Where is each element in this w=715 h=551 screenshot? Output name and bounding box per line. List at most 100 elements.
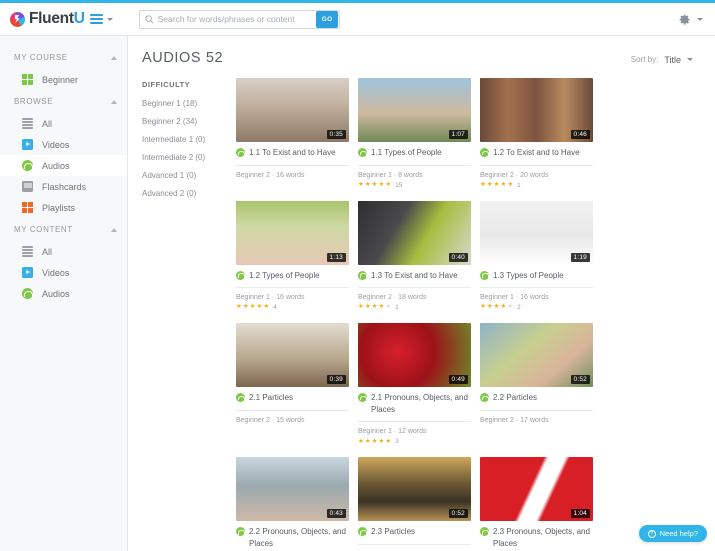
sort-by-value[interactable]: Title: [664, 55, 681, 65]
card-title-row: 2.3 Particles: [358, 526, 471, 538]
card-title-row: 2.3 Pronouns, Objects, and Places: [480, 526, 593, 549]
need-help-button[interactable]: ? Need help?: [638, 525, 707, 542]
card-title[interactable]: 2.2 Pronouns, Objects, and Places: [249, 526, 349, 549]
card-thumbnail[interactable]: 1:07: [358, 78, 471, 142]
sort-control[interactable]: Sort by: Title: [631, 55, 693, 65]
sidebar-item-videos[interactable]: Videos: [0, 134, 127, 155]
audio-card[interactable]: 0:35 1.1 To Exist and to Have Beginner 2 ·…: [236, 78, 349, 189]
card-meta-text: Beginner 2 · 20 words: [480, 172, 593, 179]
rating-stars: ★ ★ ★ ★ ★ 1: [480, 181, 593, 188]
card-thumbnail[interactable]: 1:13: [236, 200, 349, 265]
card-thumbnail[interactable]: 0:52: [358, 457, 471, 522]
duration-badge: 0:35: [326, 130, 346, 139]
difficulty-filter-option[interactable]: Advanced 2 (0): [142, 189, 228, 198]
card-thumbnail[interactable]: 0:43: [236, 457, 349, 522]
audio-badge-icon: [358, 270, 368, 280]
audio-card[interactable]: 0:52 2.2 Particles Beginner 2 · 17 words: [480, 323, 593, 445]
sidebar-item-all[interactable]: All: [0, 241, 127, 262]
star-icon: ★: [371, 180, 378, 188]
rating-stars: ★ ★ ★ ★ ★ 4: [236, 304, 349, 311]
audio-card[interactable]: 0:49 2.1 Pronouns, Objects, and Places Beg…: [358, 323, 471, 445]
hamburger-menu-icon[interactable]: [89, 14, 103, 24]
sidebar-group-browse[interactable]: BROWSE: [0, 90, 127, 113]
star-icon: ★: [358, 303, 364, 311]
search-box[interactable]: GO: [138, 9, 340, 29]
chevron-up-icon[interactable]: [111, 55, 117, 60]
audio-badge-icon: [236, 148, 246, 157]
card-thumbnail[interactable]: 1:04: [480, 457, 593, 522]
card-word-count: 15 words: [276, 416, 305, 424]
settings-chevron-down-icon[interactable]: [697, 17, 703, 21]
star-icon: ★: [385, 303, 392, 311]
sidebar-item-audios[interactable]: Audios: [0, 283, 127, 304]
difficulty-filter-option[interactable]: Advanced 1 (0): [142, 171, 228, 180]
card-level: Beginner 2: [480, 171, 514, 179]
fluentu-logo[interactable]: FluentU: [10, 10, 85, 28]
main-header: AUDIOS 52 Sort by: Title: [128, 36, 715, 66]
sidebar-item-flashcards[interactable]: Flashcards: [0, 176, 127, 197]
menu-chevron-down-icon[interactable]: [106, 17, 113, 21]
card-thumbnail[interactable]: 0:35: [236, 78, 349, 142]
sidebar-group-my-course[interactable]: MY COURSE: [0, 46, 127, 69]
card-title-row: 2.1 Pronouns, Objects, and Places: [358, 392, 471, 415]
card-title[interactable]: 1.1 To Exist and to Have: [249, 147, 336, 159]
sort-by-label: Sort by:: [630, 55, 659, 64]
audio-card[interactable]: 1:042.3 Pronouns, Objects, and PlacesBeg…: [480, 457, 593, 551]
card-title[interactable]: 2.2 Particles: [493, 392, 537, 404]
sidebar-item-videos[interactable]: Videos: [0, 262, 127, 283]
card-level: Beginner 1: [236, 294, 270, 302]
audio-card[interactable]: 0:40 1.3 To Exist and to Have Beginner 2 ·…: [358, 200, 471, 312]
card-thumbnail[interactable]: 0:40: [358, 200, 471, 265]
duration-badge: 1:07: [448, 130, 468, 139]
audio-card[interactable]: 1:19 1.3 Types of People Beginner 1 · 16 w…: [480, 200, 593, 311]
card-level: Beginner 1: [480, 294, 514, 302]
difficulty-filter-option[interactable]: Intermediate 2 (0): [142, 153, 228, 162]
chevron-up-icon[interactable]: [111, 99, 117, 104]
card-title[interactable]: 1.3 To Exist and to Have: [371, 270, 458, 282]
card-title[interactable]: 2.3 Particles: [371, 526, 415, 538]
audio-card[interactable]: 0:432.2 Pronouns, Objects, and PlacesBeg…: [236, 457, 349, 551]
search-input[interactable]: [157, 10, 317, 28]
difficulty-filter-option[interactable]: Beginner 1 (18): [142, 99, 228, 108]
card-thumbnail[interactable]: 0:49: [358, 323, 471, 388]
sort-chevron-down-icon[interactable]: [687, 58, 693, 61]
duration-badge: 0:46: [570, 130, 590, 139]
card-title[interactable]: 2.1 Particles: [249, 392, 293, 404]
audio-card[interactable]: 0:39 2.1 Particles Beginner 2 · 15 words: [236, 323, 349, 445]
star-icon: ★: [480, 303, 486, 311]
chevron-up-icon[interactable]: [111, 227, 117, 232]
difficulty-filter-option[interactable]: Intermediate 1 (0): [142, 135, 228, 144]
card-title[interactable]: 1.3 Types of People: [493, 270, 564, 282]
card-thumbnail[interactable]: 1:19: [480, 200, 593, 265]
audio-card[interactable]: 0:52 2.3 Particles Beginner 2 · 20 words★★…: [358, 457, 471, 551]
audio-card[interactable]: 1:13 1.2 Types of People Beginner 1 · 16 w…: [236, 200, 349, 311]
card-thumbnail[interactable]: 0:39: [236, 323, 349, 388]
sidebar-item-playlists[interactable]: Playlists: [0, 197, 127, 218]
rating-count: 1: [395, 304, 399, 312]
difficulty-filter-option[interactable]: Beginner 2 (34): [142, 117, 228, 126]
gear-icon[interactable]: [678, 13, 691, 26]
search-go-button[interactable]: GO: [316, 10, 339, 28]
sidebar-group-label: MY COURSE: [14, 53, 68, 62]
card-thumbnail[interactable]: 0:52: [480, 323, 593, 388]
card-title[interactable]: 2.3 Pronouns, Objects, and Places: [493, 526, 593, 549]
list-lines-icon: [22, 118, 33, 129]
sidebar-item-audios[interactable]: Audios: [0, 155, 127, 176]
card-title[interactable]: 2.1 Pronouns, Objects, and Places: [371, 392, 471, 415]
audio-card[interactable]: 0:46 1.2 To Exist and to Have Beginner 2 ·…: [480, 78, 593, 189]
card-title-row: 1.3 Types of People: [480, 270, 593, 282]
sidebar-item-all[interactable]: All: [0, 113, 127, 134]
duration-badge: 0:43: [326, 509, 346, 519]
sidebar-item-beginner[interactable]: Beginner: [0, 69, 127, 90]
card-title[interactable]: 1.2 Types of People: [249, 270, 320, 282]
card-thumbnail[interactable]: 0:46: [480, 78, 593, 142]
sidebar-item-label: Beginner: [42, 74, 79, 85]
audio-badge-icon: [480, 270, 490, 280]
sidebar-group-my-content[interactable]: MY CONTENT: [0, 218, 127, 241]
card-title[interactable]: 1.2 To Exist and to Have: [493, 147, 580, 159]
audio-card[interactable]: 1:07 1.1 Types of People Beginner 1 · 8 wo…: [358, 78, 471, 189]
card-title-row: 1.1 Types of People: [358, 147, 471, 159]
duration-badge: 0:40: [448, 252, 468, 262]
card-title[interactable]: 1.1 Types of People: [371, 147, 442, 159]
card-title-row: 1.1 To Exist and to Have: [236, 147, 349, 159]
